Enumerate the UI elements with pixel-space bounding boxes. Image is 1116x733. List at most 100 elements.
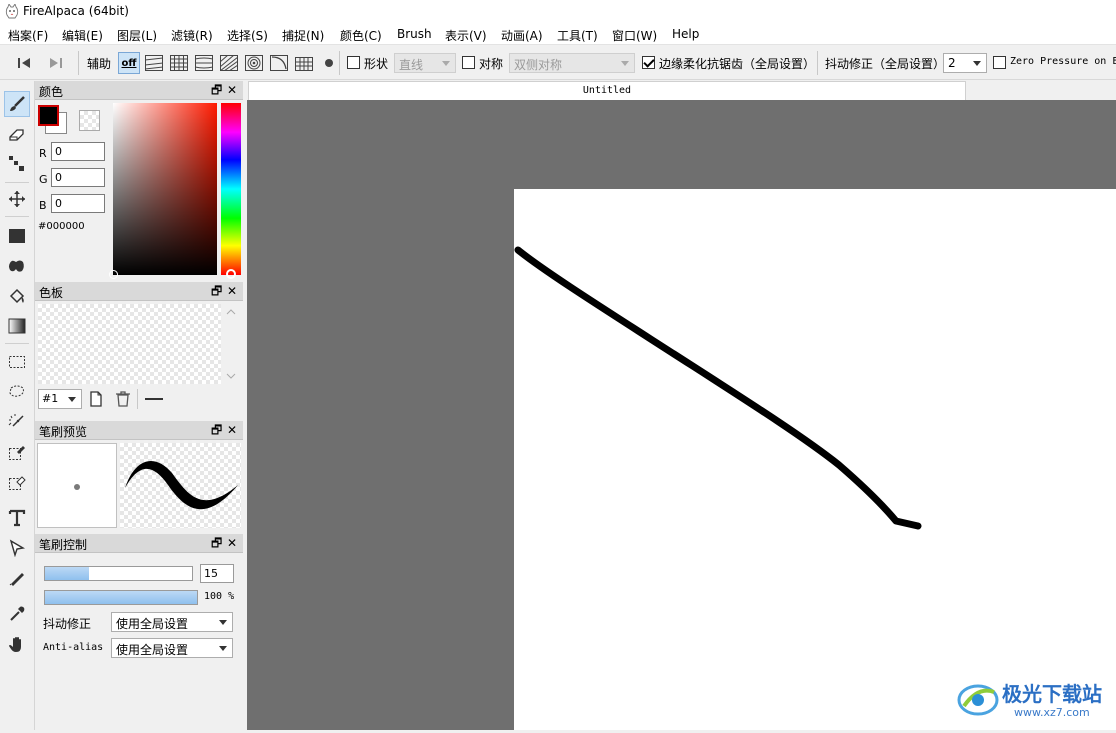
menu-color[interactable]: 颜色(C)	[340, 27, 382, 44]
color-picker-handle[interactable]	[109, 270, 118, 279]
shape-dropdown-value: 直线	[399, 58, 424, 72]
watermark-text: 极光下载站	[1002, 682, 1102, 706]
close-icon[interactable]: ✕	[227, 82, 237, 98]
stabilizer-label: 抖动修正（全局设置）	[825, 57, 946, 71]
shape-label: 形状	[364, 57, 389, 71]
menu-file[interactable]: 档案(F)	[8, 27, 48, 44]
shape-checkbox[interactable]	[347, 56, 360, 69]
menu-select[interactable]: 选择(S)	[227, 27, 268, 44]
brush-control-panel-header: 笔刷控制 🗗 ✕	[35, 534, 243, 553]
operation-tool[interactable]	[4, 535, 30, 561]
snap-curve-button[interactable]	[268, 52, 290, 74]
r-field[interactable]: 0	[51, 142, 105, 161]
snap-concentric-button[interactable]	[243, 52, 265, 74]
float-panel-icon[interactable]: 🗗	[211, 283, 222, 299]
snap-off-button[interactable]: off	[118, 52, 140, 74]
divide-tool[interactable]	[4, 565, 30, 591]
hand-icon	[9, 637, 21, 652]
select-tool[interactable]	[4, 349, 30, 375]
eyedropper-tool[interactable]	[4, 601, 30, 627]
palette-swatches-area[interactable]	[38, 304, 221, 384]
g-label: G	[39, 173, 48, 186]
menu-brush[interactable]: Brush	[397, 27, 432, 41]
menu-snap[interactable]: 捕捉(N)	[282, 27, 324, 44]
menu-filter[interactable]: 滤镜(R)	[171, 27, 213, 44]
palette-menu-button[interactable]	[145, 398, 163, 400]
close-icon[interactable]: ✕	[227, 422, 237, 438]
brush-antialias-dropdown[interactable]: 使用全局设置	[111, 638, 233, 658]
menu-view[interactable]: 表示(V)	[445, 27, 487, 44]
symmetry-checkbox[interactable]	[462, 56, 475, 69]
palette-scrollbar[interactable]	[223, 304, 239, 384]
palette-panel: #1	[35, 301, 243, 421]
brush-size-field[interactable]: 15	[200, 564, 234, 583]
saturation-value-picker[interactable]	[109, 103, 217, 279]
stabilizer-dropdown[interactable]: 2	[943, 53, 987, 73]
select-pen-tool[interactable]	[4, 439, 30, 465]
hand-tool[interactable]	[4, 631, 30, 657]
float-panel-icon[interactable]: 🗗	[211, 422, 222, 438]
zero-pressure-checkbox[interactable]	[993, 56, 1006, 69]
symmetry-dropdown[interactable]: 双侧对称	[509, 53, 635, 73]
brush-opacity-value: 100 %	[204, 591, 235, 602]
brush-stabilizer-dropdown[interactable]: 使用全局设置	[111, 612, 233, 632]
snap-3d-button[interactable]	[293, 52, 315, 74]
float-panel-icon[interactable]: 🗗	[211, 535, 222, 551]
chevron-down-icon	[973, 61, 981, 66]
menu-layer[interactable]: 图层(L)	[117, 27, 157, 44]
gradient-tool[interactable]	[4, 313, 30, 339]
text-tool[interactable]	[4, 505, 30, 531]
palette-select-dropdown[interactable]: #1	[38, 389, 82, 409]
menu-animation[interactable]: 动画(A)	[501, 27, 543, 44]
next-frame-button[interactable]	[45, 52, 67, 74]
brush-opacity-slider[interactable]	[44, 590, 198, 605]
snap-off-label: off	[121, 57, 137, 69]
brush-tip-dot	[74, 484, 80, 490]
snap-grid-button[interactable]	[168, 52, 190, 74]
antialias-label: 边缘柔化抗锯齿（全局设置）	[659, 57, 816, 71]
close-icon[interactable]: ✕	[227, 535, 237, 551]
g-field[interactable]: 0	[51, 168, 105, 187]
chevron-down-icon	[442, 61, 450, 66]
b-field[interactable]: 0	[51, 194, 105, 213]
new-palette-button[interactable]	[89, 391, 103, 410]
select-eraser-tool[interactable]	[4, 469, 30, 495]
dot-tool[interactable]	[4, 151, 30, 177]
float-panel-icon[interactable]: 🗗	[211, 82, 222, 98]
snap-vanish-button[interactable]	[218, 52, 240, 74]
brush-stroke-preview	[120, 443, 241, 528]
shape-dropdown[interactable]: 直线	[394, 53, 456, 73]
lasso-tool[interactable]	[4, 379, 30, 405]
drawing-canvas[interactable]	[514, 189, 1116, 730]
move-tool[interactable]	[4, 186, 30, 212]
brush-tool[interactable]	[4, 91, 30, 117]
hue-slider[interactable]	[221, 103, 241, 279]
menu-window[interactable]: 窗口(W)	[612, 27, 657, 44]
stabilizer-label: 抖动修正	[43, 617, 92, 631]
step-back-icon	[18, 58, 30, 68]
chevron-down-icon	[68, 397, 76, 402]
snap-radial-button[interactable]	[193, 52, 215, 74]
brush-dot-button[interactable]	[318, 52, 340, 74]
new-file-icon	[90, 391, 102, 407]
brush-size-slider[interactable]	[44, 566, 193, 581]
magic-wand-tool[interactable]	[4, 409, 30, 435]
bucket-tool[interactable]	[4, 283, 30, 309]
hue-handle[interactable]	[226, 269, 236, 279]
prev-frame-button[interactable]	[13, 52, 35, 74]
antialias-checkbox[interactable]	[642, 56, 655, 69]
menu-help[interactable]: Help	[672, 27, 699, 41]
menu-tools[interactable]: 工具(T)	[557, 27, 598, 44]
toolbar-divider	[339, 51, 340, 75]
transparent-color-swatch[interactable]	[79, 110, 100, 131]
menu-edit[interactable]: 编辑(E)	[62, 27, 103, 44]
tool-strip	[0, 81, 35, 730]
document-tab[interactable]: Untitled	[248, 81, 966, 100]
eraser-tool[interactable]	[4, 121, 30, 147]
close-icon[interactable]: ✕	[227, 283, 237, 299]
rect-fill-tool[interactable]	[4, 223, 30, 249]
snap-parallel-button[interactable]	[143, 52, 165, 74]
delete-palette-button[interactable]	[115, 391, 131, 410]
foreground-color-swatch[interactable]	[38, 105, 59, 126]
fill-tool[interactable]	[4, 253, 30, 279]
